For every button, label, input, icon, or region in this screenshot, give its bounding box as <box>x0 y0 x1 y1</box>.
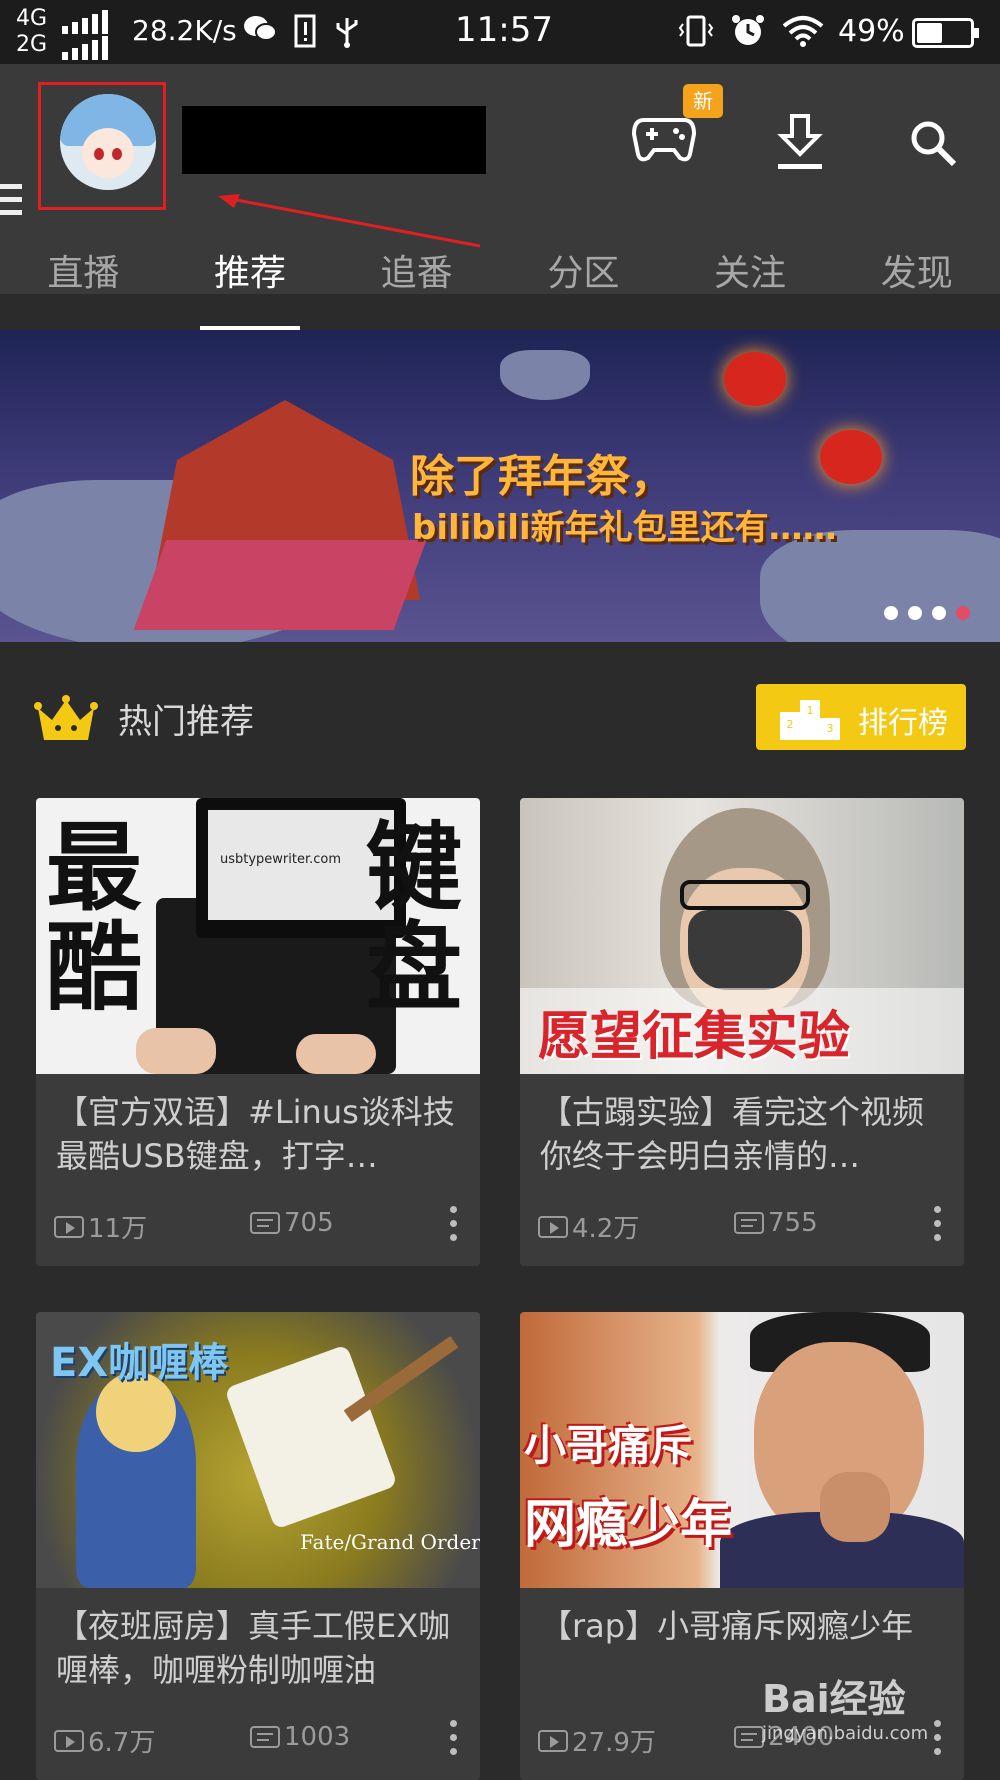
thumb-screen-text: usbtypewriter.com <box>220 852 342 867</box>
danmaku-icon <box>250 1212 280 1234</box>
tab-discover[interactable]: 发现 <box>833 248 1000 330</box>
avatar[interactable] <box>60 94 156 190</box>
play-count-icon <box>54 1729 84 1752</box>
battery-percent: 49% <box>838 14 905 49</box>
baidu-watermark: Bai经验 jingyan.baidu.com <box>762 1668 928 1744</box>
view-count: 4.2万 <box>572 1214 640 1244</box>
network-speed: 28.2K/s <box>132 14 237 47</box>
wifi-icon <box>782 14 824 55</box>
thumb-text-right: 键盘 <box>366 812 462 1024</box>
pager-dot-active[interactable] <box>956 606 970 620</box>
thumb-overlay-text: EX咖喱棒 <box>50 1340 229 1386</box>
view-count: 6.7万 <box>88 1728 156 1758</box>
battery-fill <box>917 23 942 43</box>
section-title: 热门推荐 <box>118 702 254 742</box>
crown-icon <box>34 694 98 744</box>
video-title: 【古蹋实验】看完这个视频你终于会明白亲情的… <box>540 1093 925 1175</box>
more-options-icon[interactable] <box>934 1720 944 1760</box>
more-options-icon[interactable] <box>450 1720 460 1760</box>
podium-1: 1 <box>807 704 814 717</box>
video-meta: 11万 705 <box>54 1206 464 1248</box>
video-title: 【rap】小哥痛斥网瘾少年 <box>540 1607 914 1645</box>
video-thumbnail[interactable]: usbtypewriter.com 最酷 键盘 <box>36 798 480 1074</box>
download-icon[interactable] <box>774 112 826 172</box>
video-meta: 6.7万 1003 <box>54 1720 464 1762</box>
pager-dot[interactable] <box>884 606 898 620</box>
play-count-icon <box>54 1215 84 1238</box>
search-icon[interactable] <box>908 118 958 168</box>
banner-title: 除了拜年祭， <box>410 451 674 502</box>
hot-recommend-header: 热门推荐 1 2 3 排行榜 <box>0 642 1000 782</box>
alarm-icon <box>730 14 766 55</box>
video-card[interactable]: usbtypewriter.com 最酷 键盘 【官方双语】#Linus谈科技 … <box>36 798 480 1266</box>
thumb-overlay-text: 愿望征集实验 <box>538 1007 851 1067</box>
signal-icon <box>62 8 112 60</box>
pager-dot[interactable] <box>908 606 922 620</box>
video-card[interactable]: EX咖喱棒 Fate/Grand Order 【夜班厨房】真手工假EX咖喱棒，咖… <box>36 1312 480 1780</box>
video-title: 【官方双语】#Linus谈科技 最酷USB键盘，打字… <box>56 1093 455 1175</box>
video-meta: 4.2万 755 <box>538 1206 948 1248</box>
tab-bar: 直播 推荐 追番 分区 关注 发现 <box>0 248 1000 330</box>
podium-3: 3 <box>827 722 834 735</box>
podium-2: 2 <box>787 718 794 731</box>
ranking-label: 排行榜 <box>858 706 948 741</box>
menu-icon[interactable] <box>0 184 22 224</box>
tab-live[interactable]: 直播 <box>0 248 167 330</box>
danmaku-count: 705 <box>284 1208 334 1238</box>
watermark-url: jingyan.baidu.com <box>762 1723 929 1744</box>
tab-recommend[interactable]: 推荐 <box>167 248 334 330</box>
network-top: 4G <box>16 6 48 31</box>
usb-icon <box>334 14 360 57</box>
play-count-icon <box>538 1215 568 1238</box>
wechat-icon <box>242 14 278 51</box>
game-center-icon[interactable] <box>631 114 697 164</box>
promo-banner[interactable]: 除了拜年祭， bilibili新年礼包里还有…… <box>0 330 1000 642</box>
status-bar: 4G 2G 28.2K/s 11:57 49% <box>0 0 1000 64</box>
clock: 11:57 <box>455 10 553 50</box>
carpet-illustration <box>133 540 427 630</box>
play-count-icon <box>538 1729 568 1752</box>
video-thumbnail[interactable]: 愿望征集实验 <box>520 798 964 1074</box>
video-card[interactable]: 愿望征集实验 【古蹋实验】看完这个视频你终于会明白亲情的… 4.2万 755 <box>520 798 964 1266</box>
danmaku-count: 1003 <box>284 1722 351 1752</box>
view-count: 11万 <box>88 1214 148 1244</box>
banner-subtitle: bilibili新年礼包里还有…… <box>412 508 837 548</box>
username-redacted <box>182 106 486 174</box>
view-count: 27.9万 <box>572 1728 656 1758</box>
tab-bangumi[interactable]: 追番 <box>333 248 500 330</box>
new-badge: 新 <box>683 84 723 118</box>
danmaku-icon <box>734 1726 764 1748</box>
more-options-icon[interactable] <box>934 1206 944 1246</box>
watermark-brand: Bai经验 <box>762 1677 906 1721</box>
thumb-overlay-text-1: 小哥痛斥 <box>524 1421 693 1470</box>
battery-icon <box>912 18 979 48</box>
video-thumbnail[interactable]: 小哥痛斥 网瘾少年 <box>520 1312 964 1588</box>
annotation-arrow <box>218 194 481 248</box>
vibrate-icon <box>678 14 714 55</box>
network-type: 4G 2G <box>16 6 56 58</box>
danmaku-count: 755 <box>768 1208 818 1238</box>
network-bottom: 2G <box>16 32 48 57</box>
danmaku-icon <box>250 1726 280 1748</box>
tab-category[interactable]: 分区 <box>500 248 667 330</box>
thumb-logo-text: Fate/Grand Order <box>300 1530 480 1554</box>
thumb-overlay-text-2: 网瘾少年 <box>524 1495 733 1555</box>
tab-following[interactable]: 关注 <box>667 248 834 330</box>
sim-alert-icon <box>294 14 316 55</box>
more-options-icon[interactable] <box>450 1206 460 1246</box>
podium-icon: 1 2 3 <box>780 700 840 740</box>
banner-pager[interactable] <box>884 606 970 620</box>
video-thumbnail[interactable]: EX咖喱棒 Fate/Grand Order <box>36 1312 480 1588</box>
thumb-text-left: 最酷 <box>46 812 142 1024</box>
danmaku-icon <box>734 1212 764 1234</box>
video-title: 【夜班厨房】真手工假EX咖喱棒，咖喱粉制咖喱油 <box>56 1607 451 1689</box>
ranking-button[interactable]: 1 2 3 排行榜 <box>756 684 966 750</box>
pager-dot[interactable] <box>932 606 946 620</box>
